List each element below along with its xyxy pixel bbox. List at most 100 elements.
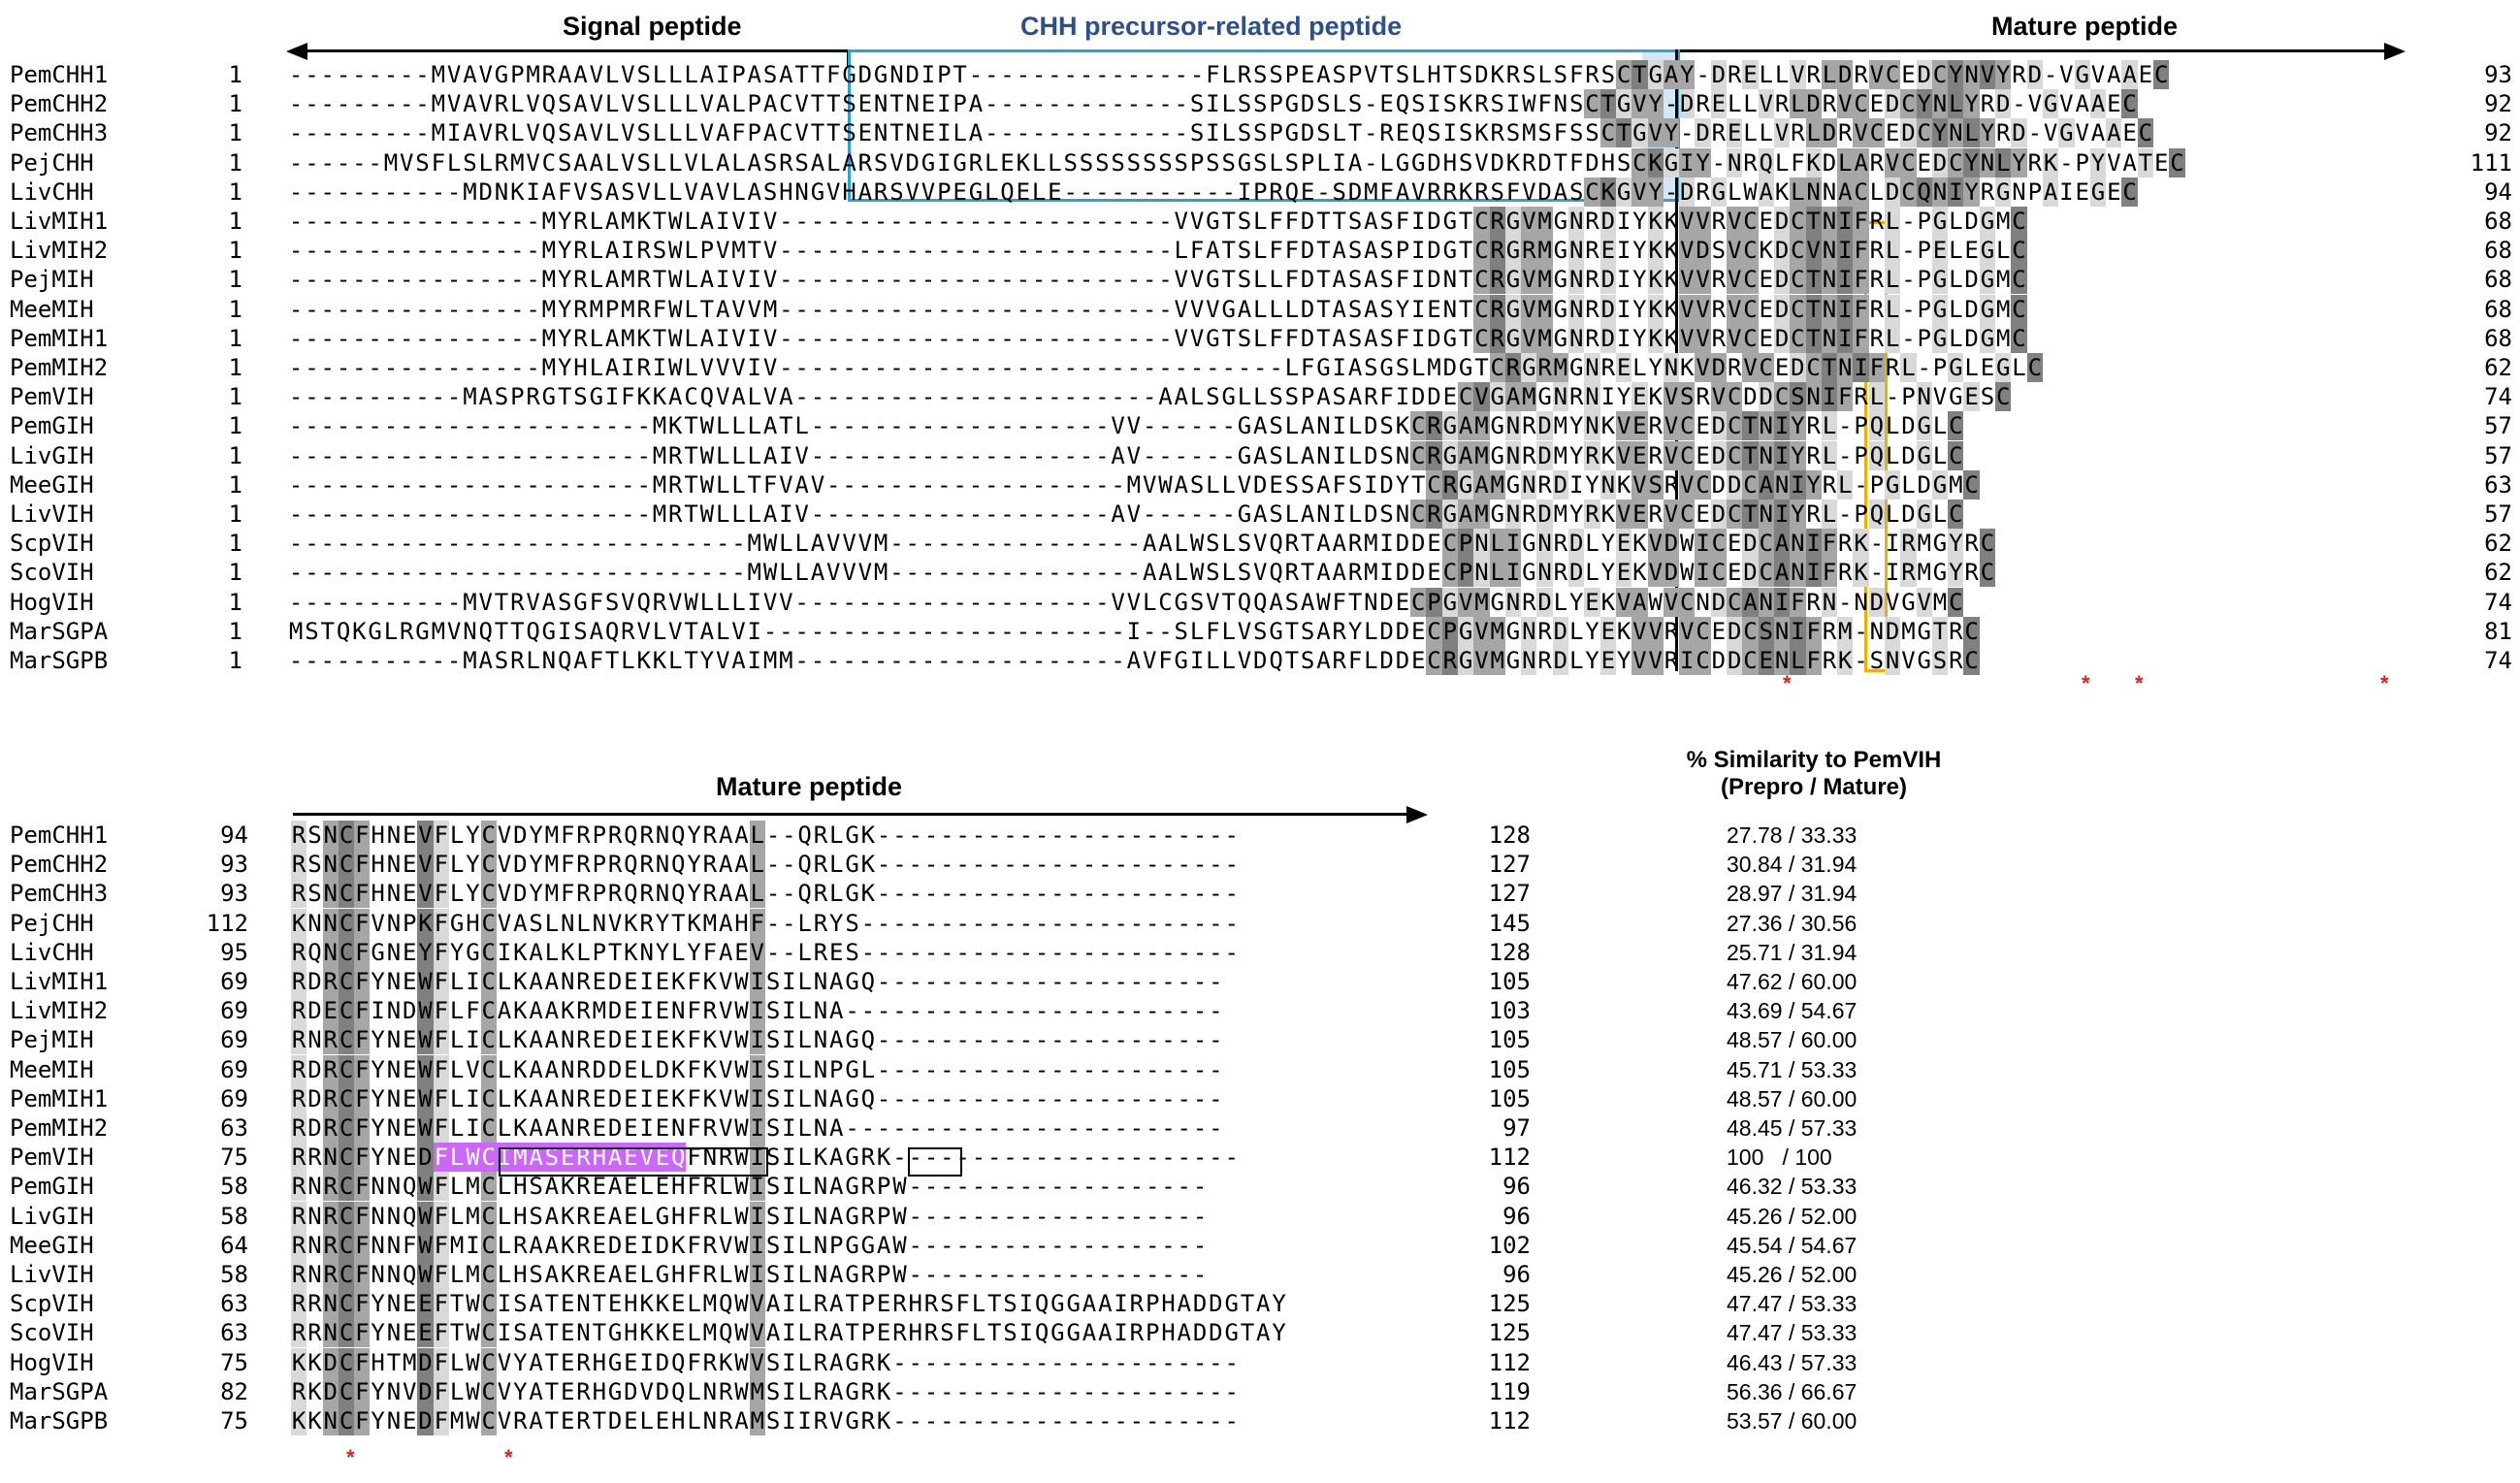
end-position: 128 xyxy=(1488,938,1531,966)
similarity-value: 27.36 / 30.56 xyxy=(1727,910,1858,936)
sequence-name: PemCHH2 xyxy=(10,90,109,118)
start-position: 1 xyxy=(228,470,242,499)
chh-precursor-label: CHH precursor-related peptide xyxy=(1020,12,1403,41)
grk-box xyxy=(908,1147,962,1177)
sequence-name: PemGIH xyxy=(10,1173,94,1201)
end-position: 125 xyxy=(1488,1319,1531,1347)
start-position: 1 xyxy=(228,588,242,616)
similarity-value: 47.47 / 53.33 xyxy=(1727,1320,1858,1346)
similarity-value: 45.54 / 54.67 xyxy=(1727,1232,1858,1258)
end-position: 96 xyxy=(1502,1202,1531,1230)
start-position: 69 xyxy=(220,1084,248,1112)
similarity-value: 48.57 / 60.00 xyxy=(1727,1085,1858,1112)
end-position: 62 xyxy=(2484,559,2512,587)
similarity-value: 48.45 / 57.33 xyxy=(1727,1115,1858,1141)
similarity-value: 48.57 / 60.00 xyxy=(1727,1027,1858,1053)
similarity-value: 45.26 / 52.00 xyxy=(1727,1203,1858,1229)
sequence-name: PemMIH1 xyxy=(10,324,109,352)
sequence-name: MeeGIH xyxy=(10,1231,94,1259)
sequence-name: PejCHH xyxy=(10,148,94,177)
start-position: 1 xyxy=(228,208,242,235)
sequence-string: -----------------------MKTWLLLATL-------… xyxy=(288,411,1964,441)
sequence-name: PejMIH xyxy=(10,266,94,294)
start-position: 63 xyxy=(220,1319,248,1347)
start-position: 95 xyxy=(220,938,248,966)
sequence-name: PemCHH3 xyxy=(10,119,109,147)
signal-arrow-line xyxy=(306,49,849,52)
sequence-string: -----------------------------MWLLAVVVM--… xyxy=(288,558,1996,588)
end-position: 96 xyxy=(1502,1261,1531,1288)
sequence-string: ----------------MYRMPMRFWLTAVVM---------… xyxy=(288,294,2027,324)
similarity-value: 46.43 / 57.33 xyxy=(1727,1349,1858,1375)
sequence-string: RNRCFNNQWFLMCLHSAKREAELGHFRLWISILNAGRPW-… xyxy=(291,1260,1208,1289)
cysteine-star: * xyxy=(2380,671,2389,695)
sequence-name: MeeGIH xyxy=(10,470,94,499)
start-position: 93 xyxy=(220,851,248,879)
sequence-name: MarSGPA xyxy=(10,617,109,645)
sequence-string: KKNCFYNEDFMWCVRATERTDELEHLNRAMSIIRVGRK--… xyxy=(291,1406,1239,1435)
end-position: 105 xyxy=(1488,968,1531,995)
sequence-name: PemCHH1 xyxy=(10,822,109,849)
sequence-name: ScpVIH xyxy=(10,1290,94,1318)
start-position: 75 xyxy=(220,1348,248,1376)
start-position: 1 xyxy=(228,266,242,294)
sequence-name: LivCHH xyxy=(10,938,94,966)
end-position: 92 xyxy=(2484,119,2512,147)
similarity-value: 46.32 / 53.33 xyxy=(1727,1174,1858,1200)
end-position: 68 xyxy=(2484,295,2512,323)
sequence-name: ScoVIH xyxy=(10,1319,94,1347)
mature-peptide-label-2: Mature peptide xyxy=(716,772,903,801)
sequence-name: MeeMIH xyxy=(10,1055,94,1083)
sequence-string: KNNCFVNPKFGHCVASLNLNVKRYTKMAHF--LRYS----… xyxy=(291,908,1239,938)
sequence-name: PemGIH xyxy=(10,412,94,440)
end-position: 68 xyxy=(2484,208,2512,235)
end-position: 74 xyxy=(2484,588,2512,616)
sequence-string: ------MVSFLSLRMVCSAALVSLLVLALASRSALARSVD… xyxy=(288,147,2185,177)
end-position: 68 xyxy=(2484,237,2512,265)
mature-arrow-line-1 xyxy=(1676,49,2386,52)
sequence-string: RSNCFHNEVFLYCVDYMFRPRQRNQYRAAL--QRLGK---… xyxy=(291,821,1239,850)
end-position: 62 xyxy=(2484,530,2512,558)
sequence-name: LivGIH xyxy=(10,1202,94,1230)
start-position: 75 xyxy=(220,1144,248,1172)
start-position: 63 xyxy=(220,1290,248,1318)
start-position: 1 xyxy=(228,530,242,558)
start-position: 1 xyxy=(228,324,242,352)
sequence-string: RDRCFYNEWFLICLKAANREDEIEKFKVWISILNAGQ---… xyxy=(291,1083,1223,1113)
mature-arrow-line-2 xyxy=(293,813,1408,816)
sequence-string: -----------------------MRTWLLTFVAV------… xyxy=(288,469,1980,500)
cysteine-star: * xyxy=(2135,671,2144,695)
similarity-value: 47.62 / 60.00 xyxy=(1727,969,1858,994)
end-position: 127 xyxy=(1488,851,1531,879)
similarity-value: 100 / 100 xyxy=(1727,1144,1832,1171)
sequence-name: ScoVIH xyxy=(10,559,94,587)
sequence-string: -----------------------MRTWLLLAIV-------… xyxy=(288,440,1964,470)
start-position: 69 xyxy=(220,997,248,1025)
similarity-value: 30.84 / 31.94 xyxy=(1727,852,1858,878)
start-position: 94 xyxy=(220,822,248,849)
sequence-name: PemMIH1 xyxy=(10,1084,109,1112)
cysteine-star: * xyxy=(504,1445,513,1469)
sequence-name: PejCHH xyxy=(10,909,94,937)
sequence-name: MarSGPA xyxy=(10,1377,109,1405)
cysteine-star: * xyxy=(346,1445,355,1469)
sequence-string: ---------MVAVRLVQSAVLVSLLLVALPACVTTSENTN… xyxy=(288,89,2138,119)
end-position: 62 xyxy=(2484,354,2512,381)
similarity-value: 43.69 / 54.67 xyxy=(1727,998,1858,1024)
similarity-header: % Similarity to PemVIH (Prepro / Mature) xyxy=(1686,747,1942,800)
start-position: 58 xyxy=(220,1261,248,1288)
start-position: 1 xyxy=(228,617,242,645)
sequence-name: PemVIH xyxy=(10,1144,94,1172)
end-position: 96 xyxy=(1502,1173,1531,1201)
end-position: 63 xyxy=(2484,470,2512,499)
cysteine-star: * xyxy=(2082,671,2090,695)
pemvih-peptide-box xyxy=(499,1147,768,1177)
sequence-string: -----------MASPRGTSGIFKKACQVALVA--------… xyxy=(288,382,2012,412)
sequence-string: RNRCFYNEWFLICLKAANREDEIEKFKVWISILNAGQ---… xyxy=(291,1025,1223,1055)
start-position: 93 xyxy=(220,880,248,908)
sequence-name: PemCHH3 xyxy=(10,880,109,908)
start-position: 75 xyxy=(220,1407,248,1435)
sequence-string: RDRCFYNEWFLICLKAANREDEIENFRVWISILNA-----… xyxy=(291,1113,1223,1143)
end-position: 57 xyxy=(2484,500,2512,528)
end-position: 103 xyxy=(1488,997,1531,1025)
